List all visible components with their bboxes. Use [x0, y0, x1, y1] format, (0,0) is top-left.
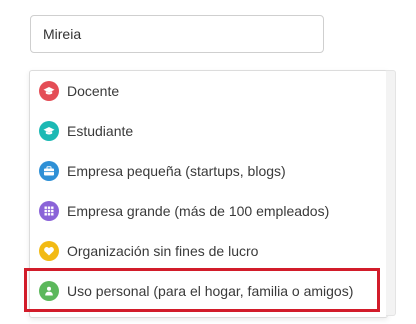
- graduation-cap-icon: [39, 121, 59, 141]
- heart-hand-icon: [39, 241, 59, 261]
- briefcase-icon: [39, 161, 59, 181]
- option-label: Estudiante: [67, 123, 134, 139]
- option-label: Organización sin fines de lucro: [67, 243, 259, 259]
- option-label: Empresa pequeña (startups, blogs): [67, 163, 286, 179]
- option-label: Empresa grande (más de 100 empleados): [67, 203, 330, 219]
- graduation-cap-icon: [39, 81, 59, 101]
- option-estudiante[interactable]: Estudiante: [30, 111, 384, 151]
- option-label: Docente: [67, 83, 120, 99]
- option-docente[interactable]: Docente: [30, 71, 384, 111]
- option-empresa-grande[interactable]: Empresa grande (más de 100 empleados): [30, 191, 384, 231]
- people-icon: [39, 281, 59, 301]
- option-organizacion-sin-fines-de-lucro[interactable]: Organización sin fines de lucro: [30, 231, 384, 271]
- option-empresa-pequena[interactable]: Empresa pequeña (startups, blogs): [30, 151, 384, 191]
- building-icon: [39, 201, 59, 221]
- option-uso-personal[interactable]: Uso personal (para el hogar, familia o a…: [30, 271, 384, 311]
- name-input[interactable]: [30, 15, 324, 53]
- dropdown-scrollbar[interactable]: [386, 70, 396, 316]
- option-label: Uso personal (para el hogar, familia o a…: [67, 283, 354, 299]
